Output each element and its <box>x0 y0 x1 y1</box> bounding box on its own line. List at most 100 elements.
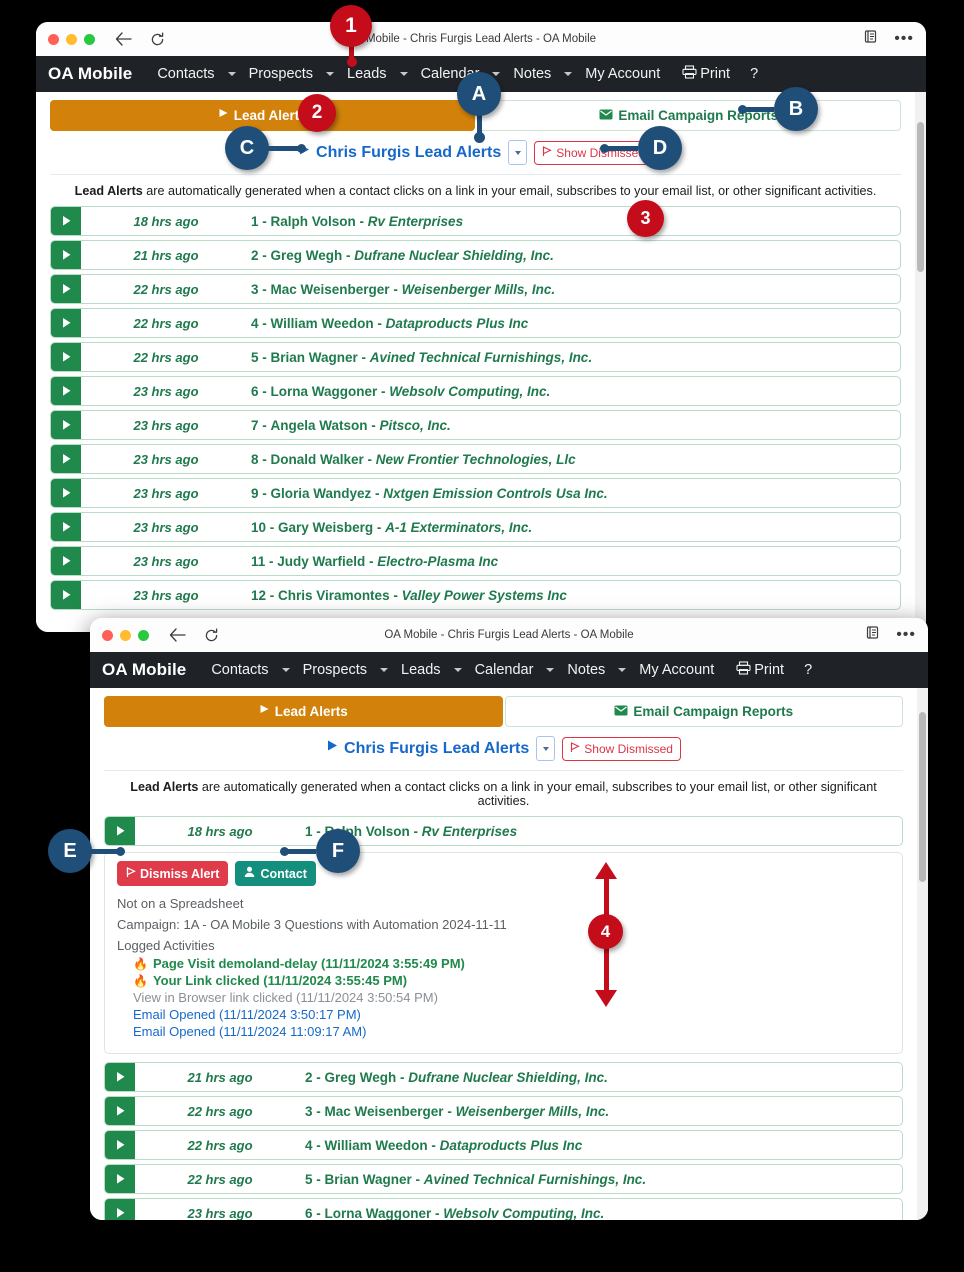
app-brand[interactable]: OA Mobile <box>48 64 132 84</box>
table-row[interactable]: 21 hrs ago 2 - Greg Wegh - Dufrane Nuclea… <box>104 1062 903 1092</box>
table-row[interactable]: 23 hrs ago 6 - Lorna Waggoner - Websolv C… <box>50 376 901 406</box>
flag-icon[interactable] <box>105 1063 135 1091</box>
alert-company: Pitsco, Inc. <box>379 417 451 433</box>
table-row[interactable]: 23 hrs ago 7 - Angela Watson - Pitsco, In… <box>50 410 901 440</box>
reload-icon[interactable] <box>150 31 165 47</box>
app-brand[interactable]: OA Mobile <box>102 660 186 680</box>
minimize-window-button[interactable] <box>120 629 131 641</box>
table-row[interactable]: 22 hrs ago 5 - Brian Wagner - Avined Tech… <box>104 1164 903 1194</box>
table-row[interactable]: 21 hrs ago 2 - Greg Wegh - Dufrane Nuclea… <box>50 240 901 270</box>
table-row[interactable]: 23 hrs ago 12 - Chris Viramontes - Valley… <box>50 580 901 610</box>
flag-icon[interactable] <box>51 343 81 371</box>
table-row[interactable]: 23 hrs ago 9 - Gloria Wandyez - Nxtgen Em… <box>50 478 901 508</box>
nav-item-notes[interactable]: Notes <box>560 662 612 678</box>
reader-view-icon[interactable] <box>865 625 880 645</box>
alert-title: 1 - Ralph Volson - Rv Enterprises <box>251 213 464 229</box>
table-row[interactable]: 23 hrs ago 8 - Donald Walker - New Fronti… <box>50 444 901 474</box>
nav-item-calendar[interactable]: Calendar <box>468 662 541 678</box>
scrollbar-track-bottom[interactable] <box>917 688 928 1220</box>
lead-alerts-owner-title[interactable]: Chris Furgis Lead Alerts <box>326 739 529 758</box>
flag-icon[interactable] <box>51 207 81 235</box>
nav-item-leads[interactable]: Leads <box>340 66 394 82</box>
flag-icon[interactable] <box>105 1165 135 1193</box>
chevron-down-icon[interactable] <box>227 72 236 76</box>
table-row[interactable]: 18 hrs ago 1 - Ralph Volson - Rv Enterpri… <box>50 206 901 236</box>
activity-item[interactable]: Email Opened (11/11/2024 11:09:17 AM) <box>133 1024 890 1039</box>
flag-icon[interactable] <box>51 241 81 269</box>
nav-item-prospects[interactable]: Prospects <box>296 662 374 678</box>
show-dismissed-button[interactable]: Show Dismissed <box>562 736 681 761</box>
close-window-button[interactable] <box>102 629 113 641</box>
alert-company: Avined Technical Furnishings, Inc. <box>369 349 593 365</box>
nav-item-contacts[interactable]: Contacts <box>204 662 275 678</box>
flag-icon[interactable] <box>51 513 81 541</box>
flag-icon[interactable] <box>51 411 81 439</box>
flag-icon[interactable] <box>51 547 81 575</box>
nav-item-help[interactable]: ? <box>743 66 765 82</box>
chevron-down-icon[interactable] <box>326 72 335 76</box>
table-row[interactable]: 23 hrs ago 6 - Lorna Waggoner - Websolv C… <box>104 1198 903 1220</box>
tab-lead-alerts[interactable]: Lead Alerts <box>104 696 503 727</box>
chevron-down-icon[interactable] <box>453 668 462 672</box>
flag-icon[interactable] <box>51 445 81 473</box>
chevron-down-icon[interactable] <box>618 668 627 672</box>
more-options-icon[interactable]: ••• <box>896 627 916 643</box>
dismiss-alert-button[interactable]: Dismiss Alert <box>117 861 229 886</box>
reader-view-icon[interactable] <box>863 29 878 49</box>
scrollbar-track-top[interactable] <box>915 92 926 632</box>
owner-dropdown-button[interactable] <box>536 736 556 761</box>
nav-item-my-account[interactable]: My Account <box>632 662 721 678</box>
tab-email-campaign-reports[interactable]: Email Campaign Reports <box>504 696 903 727</box>
flag-icon[interactable] <box>51 479 81 507</box>
flag-icon[interactable] <box>51 581 81 609</box>
nav-item-notes[interactable]: Notes <box>506 66 558 82</box>
back-arrow-icon[interactable] <box>115 32 132 46</box>
scrollbar-thumb-bottom[interactable] <box>919 712 926 882</box>
flag-icon[interactable] <box>105 1097 135 1125</box>
more-options-icon[interactable]: ••• <box>894 31 914 47</box>
activity-item[interactable]: Email Opened (11/11/2024 3:50:17 PM) <box>133 1007 890 1022</box>
table-row[interactable]: 22 hrs ago 3 - Mac Weisenberger - Weisenb… <box>50 274 901 304</box>
nav-item-print[interactable]: Print <box>675 65 737 83</box>
person-icon <box>244 866 255 881</box>
window-traffic-lights[interactable] <box>48 33 95 45</box>
flag-icon[interactable] <box>51 377 81 405</box>
tab-email-campaign-reports[interactable]: Email Campaign Reports <box>476 100 901 131</box>
table-row[interactable]: 22 hrs ago 3 - Mac Weisenberger - Weisenb… <box>104 1096 903 1126</box>
table-row[interactable]: 22 hrs ago 4 - William Weedon - Dataprodu… <box>50 308 901 338</box>
tab-lead-alerts-label: Lead Alerts <box>274 704 348 719</box>
table-row[interactable]: 22 hrs ago 4 - William Weedon - Dataprodu… <box>104 1130 903 1160</box>
flag-icon[interactable] <box>51 309 81 337</box>
alert-number: 6 <box>251 383 259 399</box>
table-row[interactable]: 22 hrs ago 5 - Brian Wagner - Avined Tech… <box>50 342 901 372</box>
flag-icon[interactable] <box>105 1199 135 1220</box>
alert-time: 23 hrs ago <box>133 587 199 603</box>
nav-item-contacts[interactable]: Contacts <box>150 66 221 82</box>
window-traffic-lights[interactable] <box>102 629 149 641</box>
table-row[interactable]: 23 hrs ago 10 - Gary Weisberg - A-1 Exter… <box>50 512 901 542</box>
chevron-down-icon[interactable] <box>564 72 573 76</box>
close-window-button[interactable] <box>48 33 59 45</box>
table-row[interactable]: 23 hrs ago 11 - Judy Warfield - Electro-P… <box>50 546 901 576</box>
nav-item-my-account[interactable]: My Account <box>578 66 667 82</box>
callout-badge-4: 4 <box>588 914 623 949</box>
chevron-down-icon[interactable] <box>399 72 408 76</box>
scrollbar-thumb-top[interactable] <box>917 122 924 272</box>
nav-item-leads[interactable]: Leads <box>394 662 448 678</box>
maximize-window-button[interactable] <box>84 33 95 45</box>
back-arrow-icon[interactable] <box>169 628 186 642</box>
nav-item-help[interactable]: ? <box>797 662 819 678</box>
nav-item-prospects[interactable]: Prospects <box>242 66 320 82</box>
flag-icon[interactable] <box>105 1131 135 1159</box>
reload-icon[interactable] <box>204 627 219 643</box>
maximize-window-button[interactable] <box>138 629 149 641</box>
chevron-down-icon[interactable] <box>546 668 555 672</box>
nav-item-print[interactable]: Print <box>729 661 791 679</box>
table-row[interactable]: 18 hrs ago 1 - Ralph Volson - Rv Enterpr… <box>104 816 903 846</box>
callout-badge-1: 1 <box>330 5 372 47</box>
minimize-window-button[interactable] <box>66 33 77 45</box>
chevron-down-icon[interactable] <box>281 668 290 672</box>
owner-dropdown-button[interactable] <box>508 140 528 165</box>
flag-icon[interactable] <box>51 275 81 303</box>
chevron-down-icon[interactable] <box>380 668 389 672</box>
